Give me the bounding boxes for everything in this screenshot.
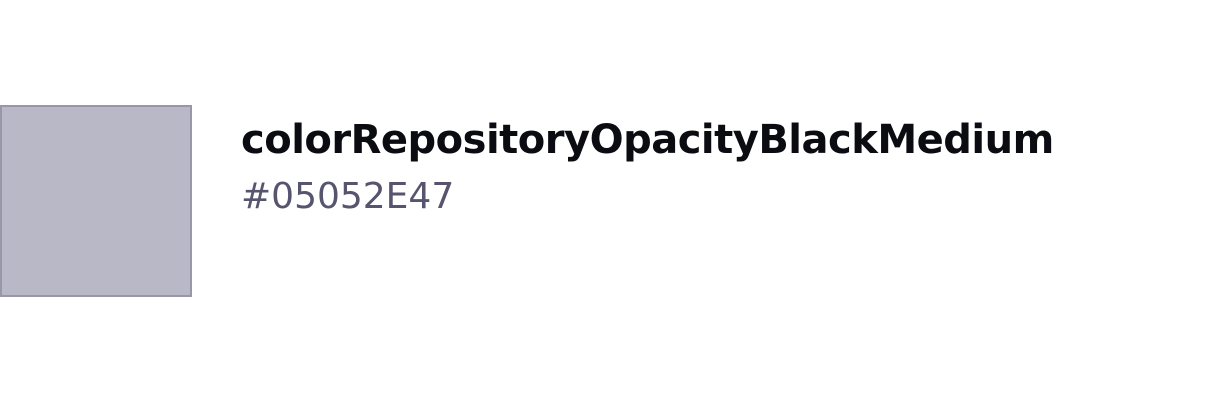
color-token-row: colorRepositoryOpacityBlackMedium #05052… <box>0 105 1054 297</box>
color-token-name: colorRepositoryOpacityBlackMedium <box>241 117 1054 163</box>
color-token-value: #05052E47 <box>241 176 455 217</box>
color-swatch <box>0 105 192 297</box>
color-token-info: colorRepositoryOpacityBlackMedium #05052… <box>241 105 1054 219</box>
